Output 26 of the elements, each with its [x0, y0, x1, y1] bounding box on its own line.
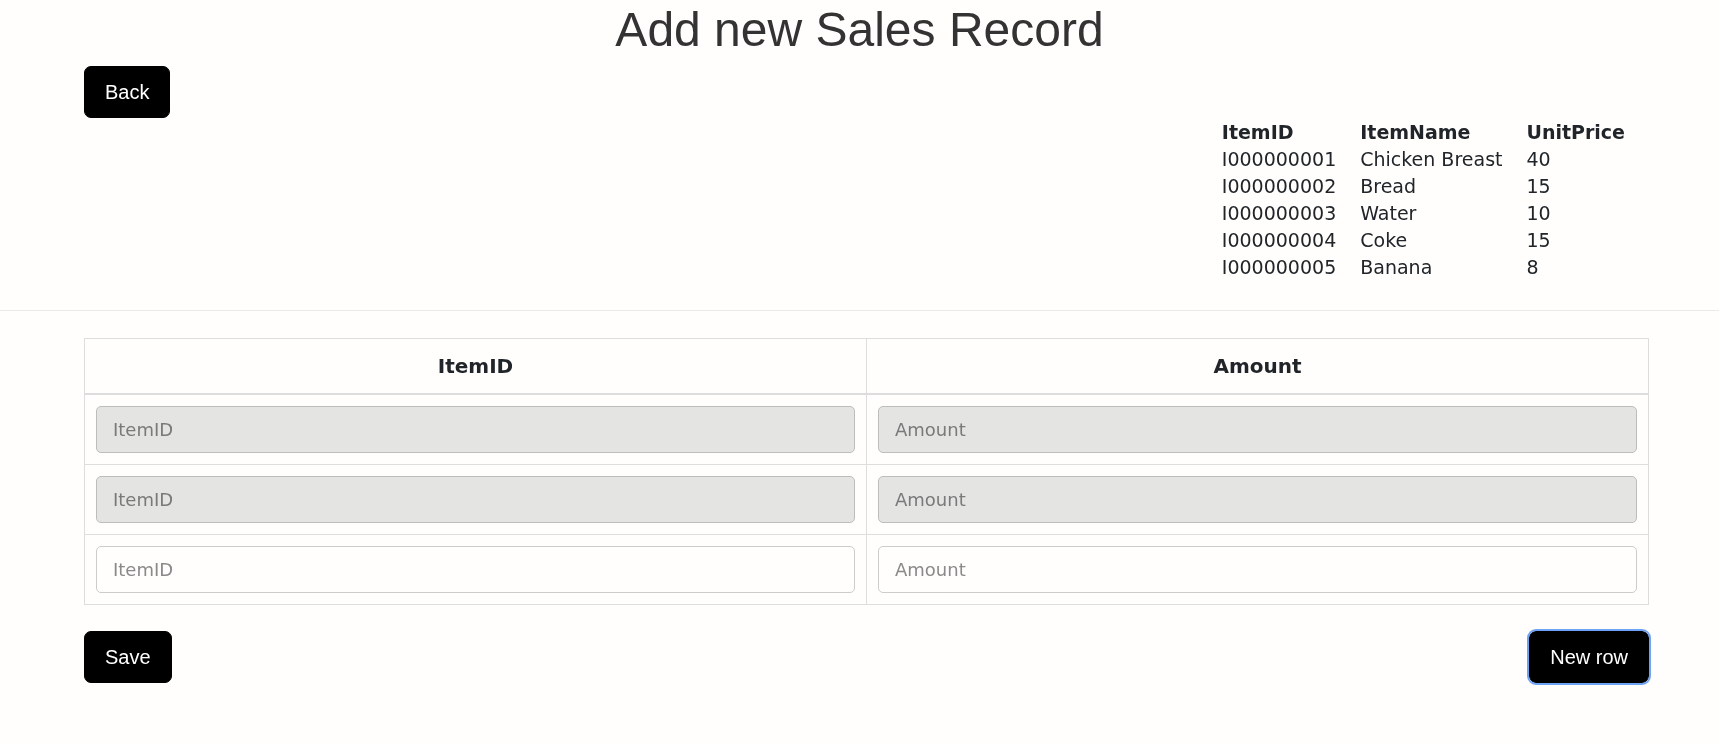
table-cell-text: 15 [1526, 228, 1552, 253]
table-cell-text: I000000004 [1221, 228, 1338, 253]
table-cell-text: 15 [1526, 174, 1552, 199]
back-button[interactable]: Back [84, 66, 171, 118]
table-cell-text: I000000001 [1221, 147, 1338, 172]
table-cell-text: 40 [1526, 147, 1552, 172]
page-title: Add new Sales Record [614, 2, 1105, 56]
column-header: ItemID [84, 338, 867, 394]
table-cell-text: 10 [1526, 201, 1552, 226]
item-id-field[interactable]: ItemID [96, 546, 855, 593]
column-header: ItemID [1221, 120, 1295, 145]
save-button[interactable]: Save [84, 631, 172, 683]
column-header: ItemName [1360, 120, 1472, 145]
table-cell-text: Coke [1360, 228, 1409, 253]
table-cell-text: I000000005 [1221, 255, 1338, 280]
table-cell-text: 8 [1526, 255, 1540, 280]
table-cell: I000000003 [1221, 200, 1361, 227]
table-cell-text: I000000002 [1221, 174, 1338, 199]
table-cell-text: Bread [1360, 174, 1418, 199]
column-header: UnitPrice [1526, 120, 1626, 145]
column-header: Amount [866, 338, 1649, 394]
table-cell-text: Chicken Breast [1360, 147, 1504, 172]
table-cell-text: Water [1360, 201, 1418, 226]
table-cell-text: Banana [1360, 255, 1434, 280]
amount-field[interactable]: Amount [878, 546, 1637, 593]
new-row-button[interactable]: New row [1529, 631, 1649, 683]
